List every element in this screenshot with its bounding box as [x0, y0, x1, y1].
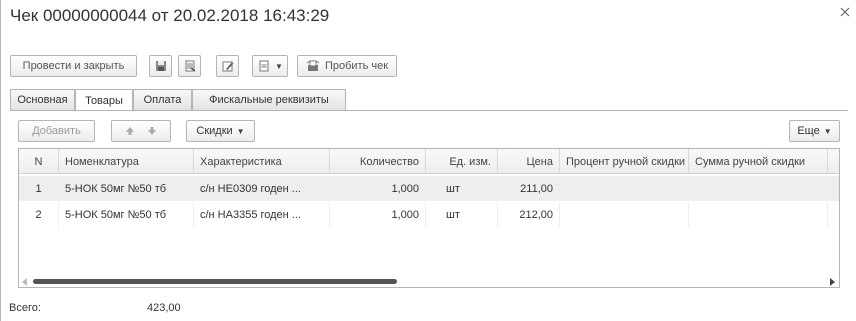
scrollbar-thumb[interactable] — [33, 279, 397, 284]
document-icon — [185, 60, 195, 72]
price: 212,00 — [498, 202, 560, 227]
tab-main-label: Основная — [17, 94, 68, 106]
window-title: Чек 00000000044 от 20.02.2018 16:43:29 — [10, 6, 330, 25]
manual-discount-sum — [689, 202, 828, 227]
price: 211,00 — [498, 176, 560, 201]
add-button[interactable]: Добавить — [18, 120, 95, 142]
print-check-button[interactable]: Пробить чек — [297, 55, 397, 77]
more-menu-button[interactable]: ▼ — [252, 55, 288, 77]
manual-discount-sum — [689, 176, 828, 201]
total-value: 423,00 — [147, 302, 181, 314]
column-header[interactable]: Ед. изм. — [426, 149, 498, 174]
discounts-button[interactable]: Скидки ▼ — [186, 120, 255, 142]
total-label: Всего: — [9, 302, 41, 314]
tab-payment[interactable]: Оплата — [133, 89, 192, 111]
tab-main[interactable]: Основная — [10, 89, 75, 111]
document-window: Чек 00000000044 от 20.02.2018 16:43:29 П… — [0, 0, 856, 321]
save-button[interactable] — [149, 55, 172, 77]
scroll-left-icon[interactable] — [22, 278, 28, 286]
grid-toolbar: Добавить Скидки ▼ Еще ▼ — [10, 120, 840, 142]
chevron-down-icon: ▼ — [275, 61, 283, 71]
quantity: 1,000 — [330, 176, 426, 201]
product-name: 5-НОК 50мг №50 тб — [59, 202, 194, 227]
tab-fiscal-label: Фискальные реквизиты — [209, 94, 329, 106]
product-name: 5-НОК 50мг №50 тб — [59, 176, 194, 201]
quantity: 1,000 — [330, 202, 426, 227]
table-row[interactable]: 2 5-НОК 50мг №50 тб с/н НА3355 годен ...… — [19, 202, 839, 227]
column-header[interactable]: Сумма ручной скидки — [689, 149, 828, 174]
goods-table: N Номенклатура Характеристика Количество… — [18, 148, 840, 288]
more-label: Еще — [797, 125, 820, 137]
unit: шт — [426, 176, 498, 201]
document-button[interactable] — [178, 55, 201, 77]
receipt-icon — [306, 60, 320, 71]
post-and-close-label: Провести и закрыть — [22, 60, 125, 72]
column-header[interactable]: Процент ручной скидки — [560, 149, 689, 174]
move-buttons — [111, 120, 171, 142]
tab-goods-label: Товары — [85, 94, 123, 107]
arrow-up-icon[interactable] — [123, 124, 137, 138]
table-row[interactable]: 1 5-НОК 50мг №50 тб с/н НЕ0309 годен ...… — [19, 176, 839, 201]
manual-discount-percent — [560, 202, 689, 227]
scroll-right-icon[interactable] — [829, 278, 835, 286]
column-header[interactable]: N — [19, 149, 59, 174]
characteristic: с/н НА3355 годен ... — [194, 202, 330, 227]
column-header[interactable]: Цена — [498, 149, 560, 174]
post-and-close-button[interactable]: Провести и закрыть — [10, 55, 137, 77]
manual-discount-percent — [560, 176, 689, 201]
tab-divider — [10, 110, 848, 111]
edit-button[interactable] — [216, 55, 239, 77]
column-header[interactable]: Количество — [330, 149, 426, 174]
tab-goods[interactable]: Товары — [75, 89, 133, 112]
row-number: 1 — [19, 176, 59, 201]
table-header: N Номенклатура Характеристика Количество… — [19, 149, 839, 174]
column-header[interactable]: Характеристика — [194, 149, 330, 174]
characteristic: с/н НЕ0309 годен ... — [194, 176, 330, 201]
edit-icon — [222, 61, 233, 72]
arrow-down-icon[interactable] — [145, 124, 159, 138]
tab-fiscal[interactable]: Фискальные реквизиты — [192, 89, 346, 111]
save-icon — [155, 61, 166, 71]
close-icon[interactable] — [839, 6, 851, 18]
print-check-label: Пробить чек — [324, 60, 389, 72]
tab-payment-label: Оплата — [143, 94, 182, 106]
column-header[interactable]: Номенклатура — [59, 149, 194, 174]
more-button[interactable]: Еще ▼ — [789, 120, 840, 142]
chevron-down-icon: ▼ — [236, 126, 245, 136]
horizontal-scrollbar[interactable] — [19, 276, 839, 287]
chevron-down-icon: ▼ — [823, 126, 832, 136]
discounts-label: Скидки — [196, 125, 233, 137]
list-icon — [259, 60, 269, 72]
row-number: 2 — [19, 202, 59, 227]
add-label: Добавить — [32, 125, 81, 137]
unit: шт — [426, 202, 498, 227]
